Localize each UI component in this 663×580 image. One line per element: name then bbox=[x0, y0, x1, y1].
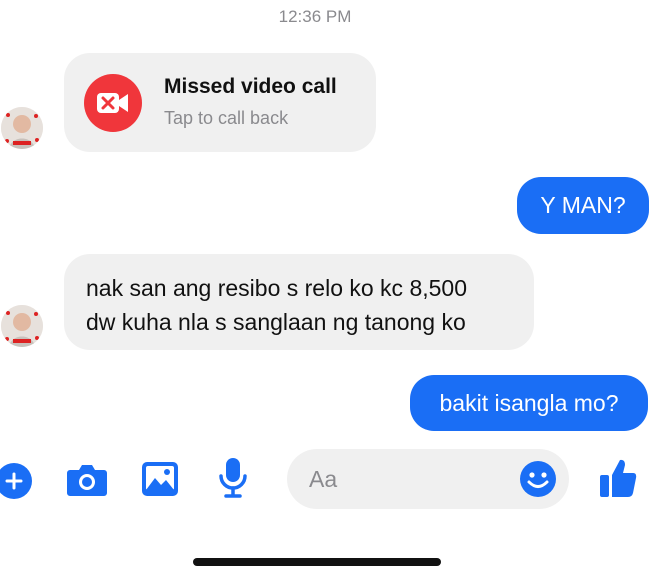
contact-avatar[interactable] bbox=[1, 305, 43, 347]
video-camera-off-icon bbox=[84, 74, 142, 132]
plus-icon bbox=[5, 472, 23, 490]
contact-avatar[interactable] bbox=[1, 107, 43, 149]
microphone-icon bbox=[219, 458, 247, 498]
outgoing-message-text: Y MAN? bbox=[540, 192, 626, 218]
outgoing-message-text: bakit isangla mo? bbox=[439, 389, 619, 416]
message-input[interactable] bbox=[309, 449, 519, 509]
incoming-message-line: dw kuha nla s sanglaan ng tanong ko bbox=[86, 309, 466, 335]
emoji-button[interactable] bbox=[519, 460, 557, 498]
incoming-message[interactable]: nak san ang resibo s relo ko kc 8,500 dw… bbox=[64, 254, 534, 350]
gallery-button[interactable] bbox=[140, 460, 180, 498]
missed-call-title: Missed video call bbox=[164, 75, 337, 98]
message-timestamp: 12:36 PM bbox=[278, 7, 352, 26]
missed-video-call-card[interactable]: Missed video call Tap to call back bbox=[64, 53, 376, 152]
voice-button[interactable] bbox=[216, 456, 250, 500]
outgoing-message[interactable]: bakit isangla mo? bbox=[410, 375, 648, 431]
home-indicator bbox=[193, 558, 441, 566]
emoji-icon bbox=[520, 461, 556, 497]
message-input-pill bbox=[287, 449, 569, 509]
missed-call-subtitle: Tap to call back bbox=[164, 108, 289, 128]
camera-icon bbox=[67, 465, 107, 496]
like-button[interactable] bbox=[598, 456, 638, 500]
incoming-message-line: nak san ang resibo s relo ko kc 8,500 bbox=[86, 275, 468, 301]
outgoing-message[interactable]: Y MAN? bbox=[517, 177, 649, 234]
thumbs-up-icon bbox=[600, 459, 637, 497]
camera-button[interactable] bbox=[66, 460, 108, 498]
image-icon bbox=[142, 462, 178, 496]
